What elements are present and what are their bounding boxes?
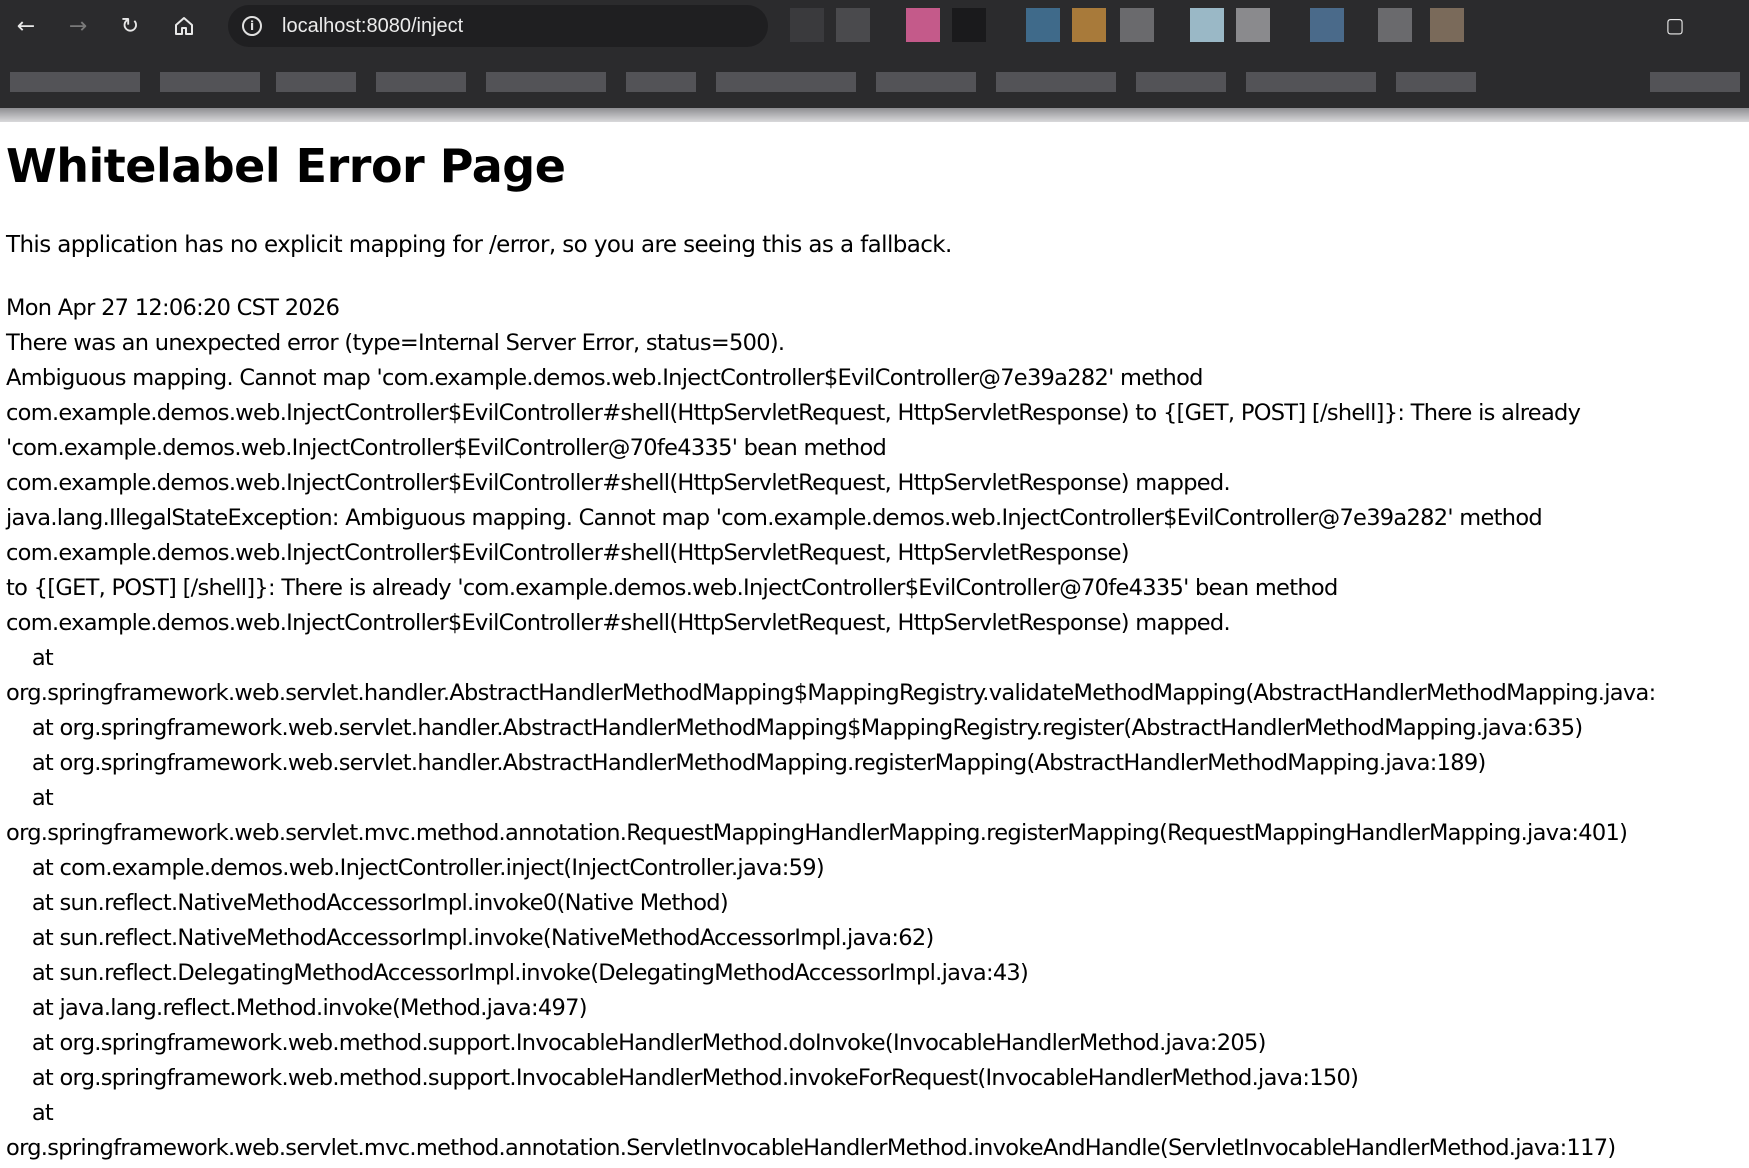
extensions-area xyxy=(770,0,1620,52)
bookmarks-bar xyxy=(0,52,1749,108)
extension-icon[interactable] xyxy=(790,8,824,42)
extension-icon[interactable] xyxy=(1120,8,1154,42)
forward-arrow-icon: → xyxy=(68,13,88,39)
error-line: at org.springframework.web.servlet.handl… xyxy=(6,715,1583,741)
extension-icon[interactable] xyxy=(906,8,940,42)
error-line: at xyxy=(6,1100,54,1126)
toolbar-shadow xyxy=(0,108,1749,122)
bookmark-item[interactable] xyxy=(1246,72,1376,92)
error-line: There was an unexpected error (type=Inte… xyxy=(6,330,785,356)
error-page: Whitelabel Error Page This application h… xyxy=(6,128,1746,1161)
info-icon[interactable]: i xyxy=(242,16,262,36)
forward-button[interactable]: → xyxy=(60,8,96,44)
error-line: at sun.reflect.NativeMethodAccessorImpl.… xyxy=(6,925,934,951)
reload-button[interactable]: ↻ xyxy=(112,8,148,44)
error-line: at com.example.demos.web.InjectControlle… xyxy=(6,855,825,881)
error-line: org.springframework.web.servlet.mvc.meth… xyxy=(6,820,1628,846)
error-line: to {[GET, POST] [/shell]}: There is alre… xyxy=(6,575,1338,601)
bookmark-item[interactable] xyxy=(160,72,260,92)
extension-icon[interactable] xyxy=(952,8,986,42)
error-line: at sun.reflect.DelegatingMethodAccessorI… xyxy=(6,960,1029,986)
address-bar[interactable]: i localhost:8080/inject xyxy=(228,5,768,47)
maximize-button[interactable]: ▢ xyxy=(1660,10,1690,40)
extension-icon[interactable] xyxy=(1430,8,1464,42)
error-line: at org.springframework.web.servlet.handl… xyxy=(6,750,1486,776)
url-text[interactable]: localhost:8080/inject xyxy=(282,15,463,38)
error-line: at sun.reflect.NativeMethodAccessorImpl.… xyxy=(6,890,729,916)
bookmark-item[interactable] xyxy=(716,72,856,92)
bookmark-item[interactable] xyxy=(486,72,606,92)
back-button[interactable]: ← xyxy=(8,8,44,44)
error-line: Mon Apr 27 12:06:20 CST 2026 xyxy=(6,295,340,321)
error-description: This application has no explicit mapping… xyxy=(6,232,952,258)
error-line: Ambiguous mapping. Cannot map 'com.examp… xyxy=(6,365,1203,391)
error-line: at java.lang.reflect.Method.invoke(Metho… xyxy=(6,995,588,1021)
error-line: com.example.demos.web.InjectController$E… xyxy=(6,400,1581,426)
browser-toolbar: ← → ↻ i localhost:8080/inject ▢ xyxy=(0,0,1749,52)
bookmark-item[interactable] xyxy=(1650,72,1740,92)
back-arrow-icon: ← xyxy=(16,13,36,39)
extension-icon[interactable] xyxy=(1026,8,1060,42)
maximize-icon: ▢ xyxy=(1665,13,1685,37)
error-line: com.example.demos.web.InjectController$E… xyxy=(6,610,1231,636)
home-icon xyxy=(175,17,193,35)
error-line: 'com.example.demos.web.InjectController$… xyxy=(6,435,887,461)
reload-icon: ↻ xyxy=(120,13,140,39)
bookmark-item[interactable] xyxy=(1136,72,1226,92)
error-line: java.lang.IllegalStateException: Ambiguo… xyxy=(6,505,1543,531)
error-line: com.example.demos.web.InjectController$E… xyxy=(6,540,1130,566)
extension-icon[interactable] xyxy=(1310,8,1344,42)
bookmark-item[interactable] xyxy=(376,72,466,92)
bookmark-item[interactable] xyxy=(996,72,1116,92)
bookmark-item[interactable] xyxy=(626,72,696,92)
error-line: com.example.demos.web.InjectController$E… xyxy=(6,470,1231,496)
error-line: at xyxy=(6,645,54,671)
stack-trace: Mon Apr 27 12:06:20 CST 2026 There was an… xyxy=(6,291,1656,1166)
home-button[interactable] xyxy=(166,8,202,44)
bookmark-item[interactable] xyxy=(876,72,976,92)
page-title: Whitelabel Error Page xyxy=(6,139,566,193)
error-line: at org.springframework.web.method.suppor… xyxy=(6,1065,1359,1091)
error-line: org.springframework.web.servlet.mvc.meth… xyxy=(6,1135,1616,1161)
error-line: org.springframework.web.servlet.handler.… xyxy=(6,680,1656,706)
extension-icon[interactable] xyxy=(1378,8,1412,42)
extension-icon[interactable] xyxy=(1236,8,1270,42)
bookmark-item[interactable] xyxy=(276,72,356,92)
extension-icon[interactable] xyxy=(1072,8,1106,42)
error-line: at org.springframework.web.method.suppor… xyxy=(6,1030,1267,1056)
extension-icon[interactable] xyxy=(836,8,870,42)
error-line: at xyxy=(6,785,54,811)
extension-icon[interactable] xyxy=(1190,8,1224,42)
bookmark-item[interactable] xyxy=(10,72,140,92)
bookmark-item[interactable] xyxy=(1396,72,1476,92)
